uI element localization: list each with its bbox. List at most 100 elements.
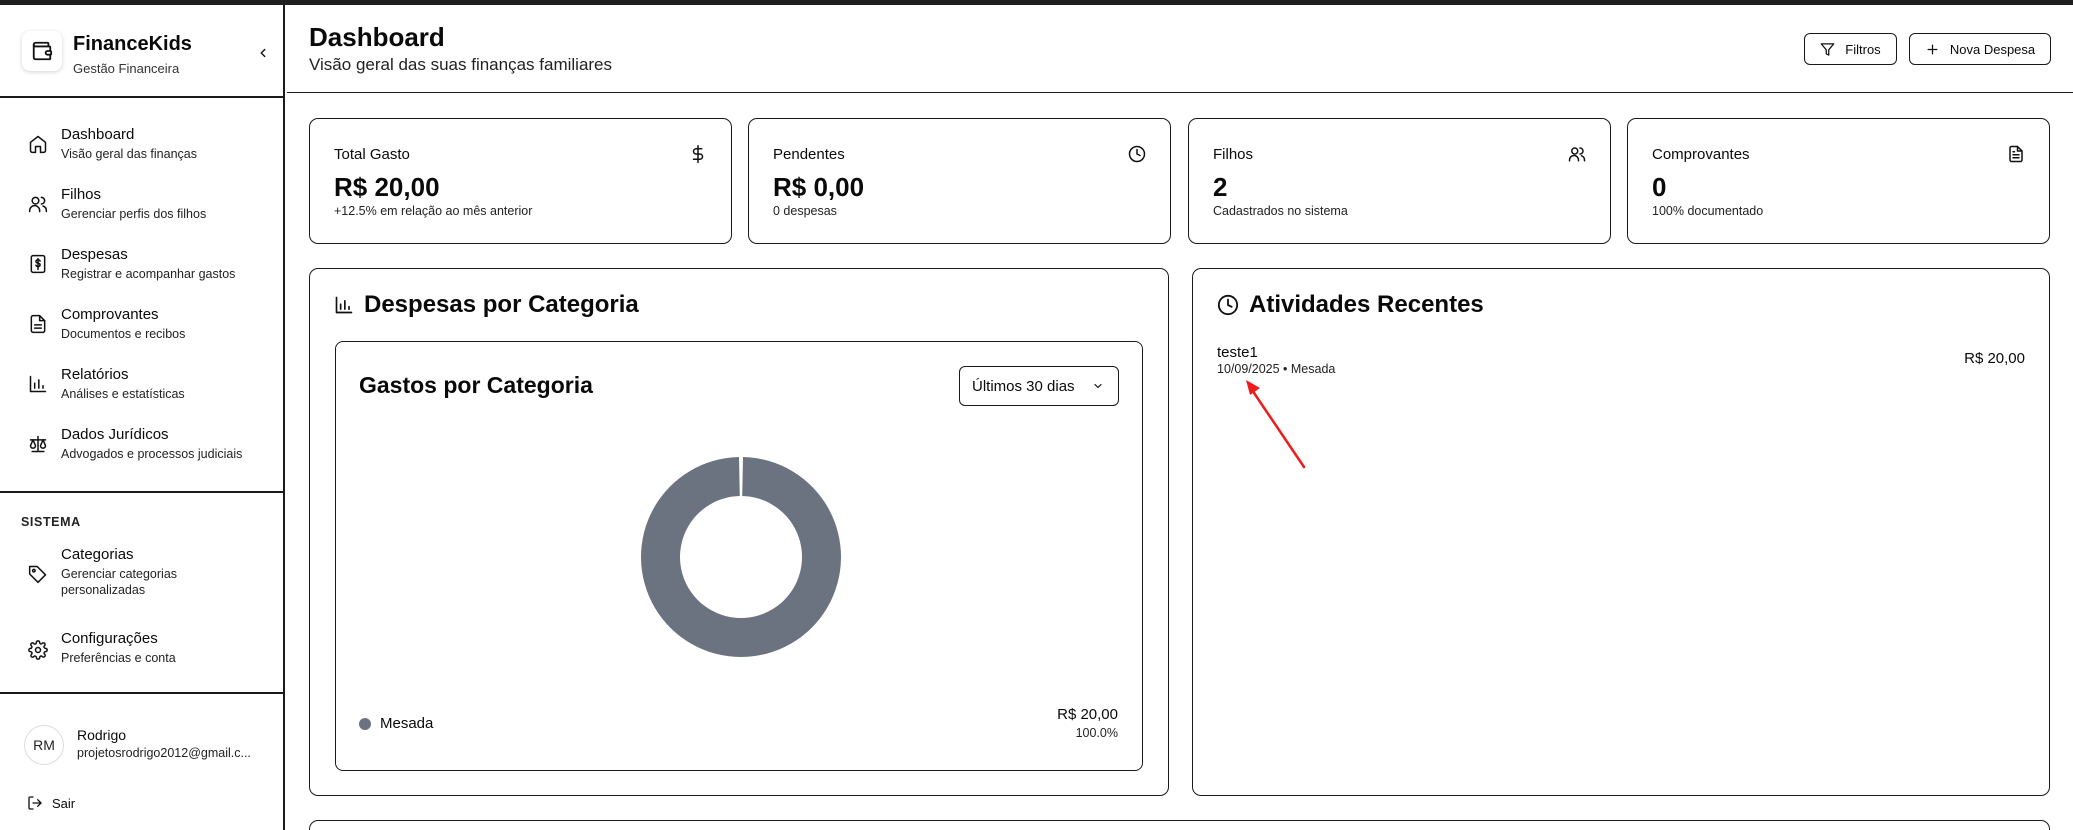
filters-button[interactable]: Filtros [1804, 33, 1897, 65]
annotation-arrow [1246, 380, 1306, 469]
category-panel-title: Despesas por Categoria [334, 291, 639, 319]
activity-amount: R$ 20,00 [1964, 350, 2025, 367]
section-title-sistema: SISTEMA [21, 515, 81, 529]
sidebar-divider [0, 96, 285, 98]
sidebar-item-label: Comprovantes [61, 306, 159, 323]
filter-icon [1820, 42, 1835, 56]
stat-card-value: R$ 0,00 [773, 172, 865, 202]
clock-icon [1128, 145, 1146, 163]
stat-card-value: 2 [1213, 172, 1228, 202]
sidebar-item-despesas[interactable]: Despesas Registrar e acompanhar gastos [26, 246, 266, 294]
file-icon [30, 314, 46, 334]
recent-activities-title-text: Atividades Recentes [1249, 291, 1484, 318]
page-title: Dashboard [309, 22, 445, 52]
logout-icon [28, 796, 42, 810]
category-donut-chart [641, 457, 841, 657]
chevron-left-icon [260, 48, 266, 58]
stat-card-pendentes: Pendentes R$ 0,00 0 despesas [748, 118, 1171, 244]
sidebar-item-comprovantes[interactable]: Comprovantes Documentos e recibos [26, 306, 266, 354]
wallet-icon [22, 31, 62, 71]
recent-activities-title: Atividades Recentes [1217, 291, 1484, 319]
sidebar-item-dashboard[interactable]: Dashboard Visão geral das finanças [26, 126, 266, 174]
activity-meta: 10/09/2025 • Mesada [1217, 362, 1336, 376]
plus-icon [1927, 44, 1938, 54]
category-panel-title-text: Despesas por Categoria [364, 291, 639, 318]
users-icon [1568, 147, 1586, 162]
bottom-panel [309, 820, 2050, 830]
stat-card-total-gasto: Total Gasto R$ 20,00 +12.5% em relação a… [309, 118, 732, 244]
sidebar-item-description: Análises e estatísticas [61, 387, 185, 401]
filters-button-label: Filtros [1845, 41, 1881, 57]
avatar: RM [24, 725, 64, 765]
user-email: projetosrodrigo2012@gmail.c... [77, 746, 251, 760]
sidebar-item-relatorios[interactable]: Relatórios Análises e estatísticas [26, 366, 266, 414]
stat-card-comprovantes: Comprovantes 0 100% documentado [1627, 118, 2050, 244]
users-icon [28, 196, 48, 213]
sidebar-divider [0, 491, 285, 493]
chart-title: Gastos por Categoria [359, 372, 593, 398]
bar-chart-icon [29, 375, 47, 393]
user-profile[interactable]: RM Rodrigo projetosrodrigo2012@gmail.c..… [24, 723, 274, 771]
sidebar-item-description: Gerenciar perfis dos filhos [61, 207, 207, 221]
sidebar-item-description: Documentos e recibos [61, 327, 186, 341]
bar-chart-icon [335, 296, 353, 314]
logout-button[interactable]: Sair [27, 793, 75, 813]
scale-icon [29, 435, 47, 453]
sidebar-item-label: Configurações [61, 630, 158, 647]
brand-subtitle: Gestão Financeira [73, 61, 180, 76]
sidebar-item-description: Registrar e acompanhar gastos [61, 267, 236, 281]
sidebar-item-filhos[interactable]: Filhos Gerenciar perfis dos filhos [26, 186, 266, 234]
sidebar-item-label: Categorias [61, 546, 134, 563]
activity-name: teste1 [1217, 344, 1258, 361]
sidebar-item-description: Visão geral das finanças [61, 147, 197, 161]
collapse-sidebar-button[interactable] [253, 43, 273, 63]
legend-color-dot [359, 718, 371, 730]
stat-card-note: +12.5% em relação ao mês anterior [334, 204, 533, 218]
stat-card-title: Total Gasto [334, 146, 410, 163]
sidebar-item-label: Dados Jurídicos [61, 426, 169, 443]
stat-card-filhos: Filhos 2 Cadastrados no sistema [1188, 118, 1611, 244]
sidebar-item-configuracoes[interactable]: Configurações Preferências e conta [26, 630, 266, 678]
legend-category-name: Mesada [380, 715, 434, 732]
new-expense-button[interactable]: Nova Despesa [1909, 33, 2051, 65]
period-select[interactable]: Últimos 30 dias [959, 366, 1119, 406]
dollar-receipt-icon [30, 254, 46, 274]
logout-label: Sair [52, 795, 76, 811]
tag-icon [28, 565, 47, 584]
sidebar-item-label: Despesas [61, 246, 128, 263]
chevron-down-icon [1094, 383, 1102, 389]
stat-card-title: Comprovantes [1652, 146, 1750, 163]
sidebar-item-description: Preferências e conta [61, 651, 176, 665]
period-select-value: Últimos 30 dias [972, 377, 1075, 395]
sidebar-item-dados-juridicos[interactable]: Dados Jurídicos Advogados e processos ju… [26, 426, 266, 474]
sidebar: FinanceKids Gestão Financeira Dashboard … [0, 5, 285, 830]
user-name: Rodrigo [77, 727, 127, 743]
sidebar-item-categorias[interactable]: Categorias Gerenciar categorias personal… [26, 546, 266, 604]
stat-card-title: Pendentes [773, 146, 845, 163]
sidebar-item-label: Filhos [61, 186, 102, 203]
home-icon [29, 135, 47, 154]
file-text-icon [2009, 145, 2023, 163]
donut-slice-mesada[interactable] [641, 457, 841, 657]
legend-category-value: R$ 20,00 [1057, 706, 1118, 723]
stat-card-note: 100% documentado [1652, 204, 1764, 218]
stat-card-note: Cadastrados no sistema [1213, 204, 1348, 218]
sidebar-item-description: Gerenciar categorias personalizadas [61, 567, 178, 597]
stat-card-value: R$ 20,00 [334, 172, 440, 202]
stat-card-note: 0 despesas [773, 204, 837, 218]
sidebar-divider [0, 692, 285, 694]
page-subtitle: Visão geral das suas finanças familiares [309, 55, 613, 74]
recent-activities-panel: Atividades Recentes teste1 10/09/2025 • … [1192, 268, 2050, 796]
stat-card-title: Filhos [1213, 146, 1254, 163]
brand-title: FinanceKids [73, 33, 192, 55]
brand: FinanceKids Gestão Financeira [20, 29, 270, 83]
clock-icon [1217, 294, 1239, 316]
legend-category-percent: 100.0% [1075, 726, 1118, 740]
page-header: Dashboard Visão geral das suas finanças … [287, 5, 2073, 93]
category-panel: Despesas por Categoria Gastos por Catego… [309, 268, 1169, 796]
sidebar-item-label: Relatórios [61, 366, 129, 383]
sidebar-item-label: Dashboard [61, 126, 135, 143]
category-chart-card: Gastos por Categoria Últimos 30 dias Mes… [335, 341, 1143, 771]
gear-icon [28, 640, 48, 660]
dollar-icon [692, 145, 704, 163]
